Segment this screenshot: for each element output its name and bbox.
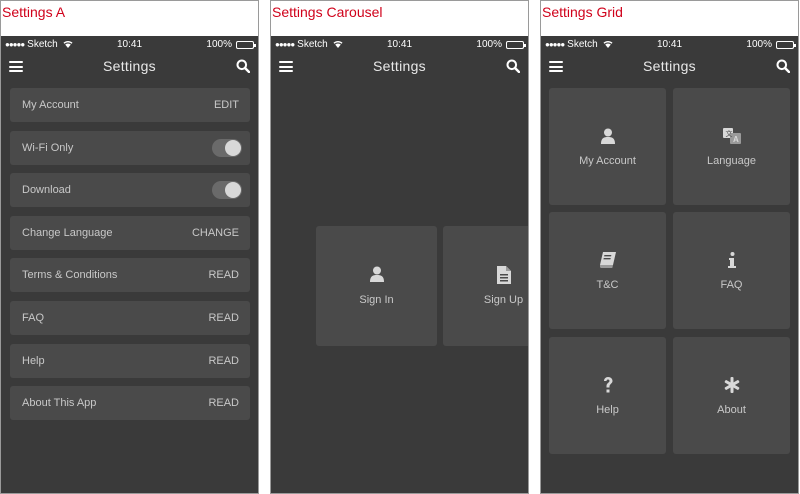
row-label: Help bbox=[22, 354, 45, 367]
row-label: FAQ bbox=[22, 311, 45, 324]
page-title: Settings bbox=[373, 58, 426, 74]
book-icon bbox=[549, 252, 666, 268]
change-action[interactable]: CHANGE bbox=[192, 227, 239, 239]
battery-percent: 100% bbox=[746, 39, 772, 50]
info-icon bbox=[673, 252, 790, 268]
user-icon bbox=[316, 266, 437, 282]
battery-icon bbox=[236, 40, 256, 49]
battery-icon bbox=[506, 40, 526, 49]
settings-row-terms[interactable]: Terms & Conditions READ bbox=[10, 258, 250, 293]
card-label: Help bbox=[596, 404, 619, 416]
settings-list: My Account EDIT Wi-Fi Only Download Chan… bbox=[10, 88, 250, 429]
grid-card-faq[interactable]: FAQ bbox=[673, 212, 790, 329]
status-bar: ●●●●● Sketch 10:41 100% bbox=[271, 36, 528, 54]
row-label: Download bbox=[22, 184, 71, 197]
edit-action[interactable]: EDIT bbox=[214, 99, 239, 111]
settings-row-wifi-only: Wi-Fi Only bbox=[10, 130, 250, 165]
carousel-card-sign-up[interactable]: Sign Up bbox=[443, 226, 528, 346]
wifi-only-toggle[interactable] bbox=[212, 138, 242, 157]
row-label: My Account bbox=[22, 99, 79, 111]
document-icon bbox=[443, 266, 528, 284]
question-icon bbox=[549, 377, 666, 393]
card-label: Language bbox=[707, 155, 756, 167]
settings-row-change-language[interactable]: Change Language CHANGE bbox=[10, 215, 250, 250]
artboard-settings-a: Settings A ●●●●● Sketch 10:41 100% Setti… bbox=[0, 0, 259, 494]
card-label: Sign In bbox=[359, 294, 394, 306]
card-label: FAQ bbox=[720, 279, 743, 291]
row-label: Wi-Fi Only bbox=[22, 141, 74, 154]
search-icon[interactable] bbox=[776, 59, 791, 74]
battery-percent: 100% bbox=[206, 39, 232, 50]
nav-bar: Settings bbox=[271, 54, 528, 80]
grid-card-help[interactable]: Help bbox=[549, 337, 666, 454]
user-icon bbox=[549, 128, 666, 144]
settings-row-faq[interactable]: FAQ READ bbox=[10, 300, 250, 335]
row-label: Change Language bbox=[22, 226, 113, 239]
settings-row-download: Download bbox=[10, 173, 250, 208]
grid-card-about[interactable]: About bbox=[673, 337, 790, 454]
phone-screen: ●●●●● Sketch 10:41 100% Settings My Acco… bbox=[1, 36, 258, 493]
card-label: T&C bbox=[596, 279, 619, 291]
row-label: About This App bbox=[22, 397, 97, 410]
grid-card-language[interactable]: 文A Language bbox=[673, 88, 790, 205]
battery-percent: 100% bbox=[476, 39, 502, 50]
svg-text:文: 文 bbox=[725, 129, 732, 138]
grid-card-my-account[interactable]: My Account bbox=[549, 88, 666, 205]
phone-screen: ●●●●● Sketch 10:41 100% Settings bbox=[271, 36, 528, 493]
artboard-title: Settings Carousel bbox=[272, 4, 383, 20]
page-title: Settings bbox=[103, 58, 156, 74]
page-title: Settings bbox=[643, 58, 696, 74]
settings-row-about[interactable]: About This App READ bbox=[10, 386, 250, 421]
card-label: Sign Up bbox=[483, 294, 524, 306]
settings-row-my-account[interactable]: My Account EDIT bbox=[10, 88, 250, 122]
read-action[interactable]: READ bbox=[208, 397, 239, 409]
read-action[interactable]: READ bbox=[208, 269, 239, 281]
settings-row-help[interactable]: Help READ bbox=[10, 343, 250, 378]
translate-icon: 文A bbox=[673, 128, 790, 144]
card-label: About bbox=[717, 404, 746, 416]
asterisk-icon bbox=[673, 377, 790, 393]
svg-text:A: A bbox=[733, 135, 739, 144]
phone-screen: ●●●●● Sketch 10:41 100% Settings bbox=[541, 36, 798, 493]
artboard-settings-grid: Settings Grid ●●●●● Sketch 10:41 100% Se… bbox=[540, 0, 799, 494]
search-icon[interactable] bbox=[236, 59, 251, 74]
status-bar: ●●●●● Sketch 10:41 100% bbox=[1, 36, 258, 54]
status-bar: ●●●●● Sketch 10:41 100% bbox=[541, 36, 798, 54]
read-action[interactable]: READ bbox=[208, 355, 239, 367]
artboard-title: Settings Grid bbox=[542, 4, 623, 20]
row-label: Terms & Conditions bbox=[22, 269, 118, 282]
artboard-title: Settings A bbox=[2, 4, 66, 20]
card-label: My Account bbox=[579, 155, 636, 167]
nav-bar: Settings bbox=[541, 54, 798, 80]
download-toggle[interactable] bbox=[212, 181, 242, 200]
read-action[interactable]: READ bbox=[208, 312, 239, 324]
search-icon[interactable] bbox=[506, 59, 521, 74]
carousel-card-sign-in[interactable]: Sign In bbox=[316, 226, 437, 346]
artboard-settings-carousel: Settings Carousel ●●●●● Sketch 10:41 100… bbox=[270, 0, 529, 494]
grid-card-tc[interactable]: T&C bbox=[549, 212, 666, 329]
nav-bar: Settings bbox=[1, 54, 258, 80]
battery-icon bbox=[776, 40, 796, 49]
